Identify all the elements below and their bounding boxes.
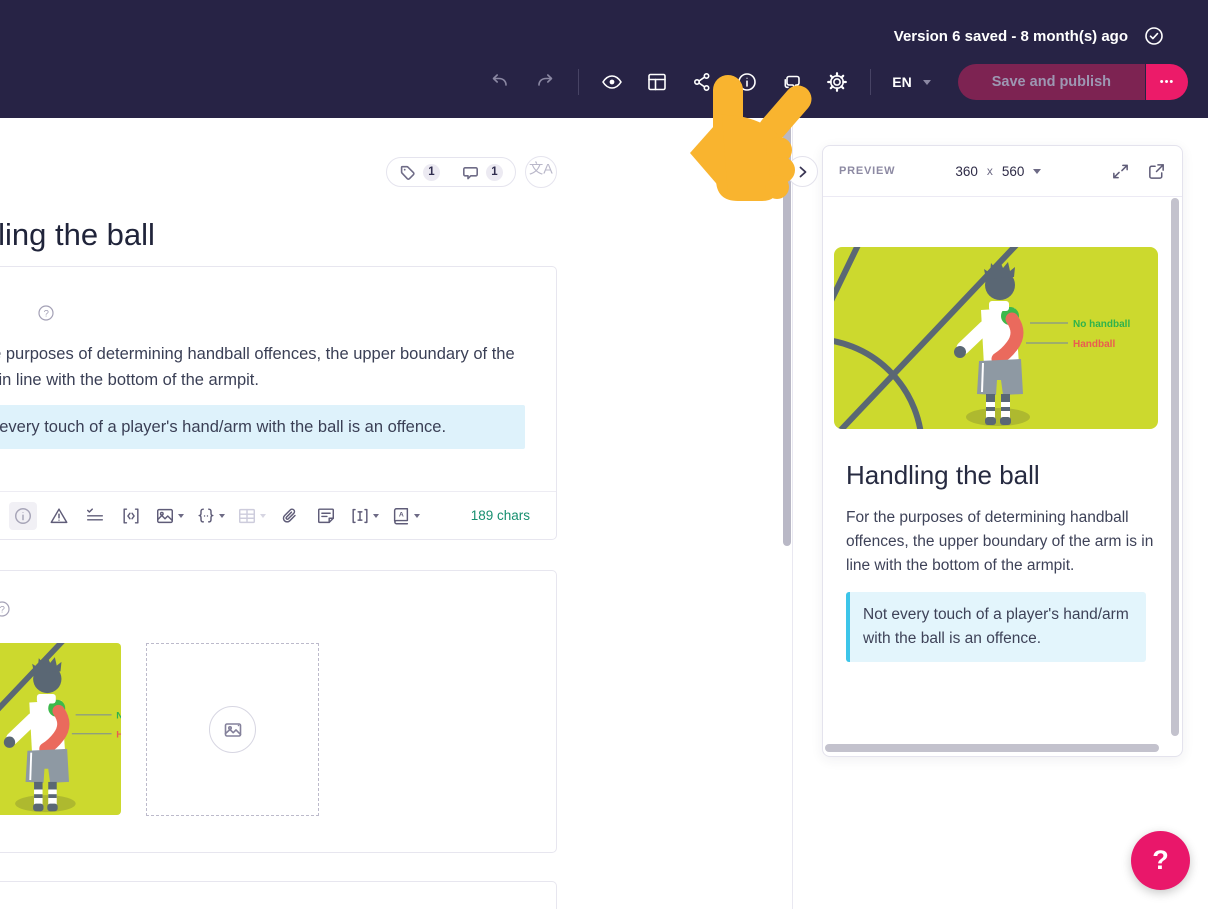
svg-text:?: ?: [0, 604, 5, 615]
preview-eye-icon[interactable]: [600, 70, 624, 94]
glossary-tool-icon[interactable]: A: [389, 502, 422, 530]
text-block-card: ? For the purposes of determining handba…: [0, 266, 557, 540]
image-block-header: ?: [0, 571, 532, 617]
comment-icon: [463, 166, 478, 179]
svg-text:文A: 文A: [529, 161, 553, 178]
svg-text:?: ?: [44, 308, 49, 319]
language-code: EN: [892, 74, 912, 90]
version-status-text: Version 6 saved - 8 month(s) ago: [893, 27, 1128, 45]
panel-divider: [792, 118, 793, 909]
text-block-paragraph[interactable]: For the purposes of determining handball…: [0, 341, 534, 393]
image-upload-circle: [209, 706, 256, 753]
save-and-publish-button[interactable]: Save and publish: [957, 64, 1145, 100]
image-block-card: ?: [0, 570, 557, 853]
svg-text:A: A: [399, 511, 404, 518]
top-bar: Version 6 saved - 8 month(s) ago EN Save…: [0, 0, 1208, 118]
text-block-header: ?: [0, 267, 532, 321]
preview-header: PREVIEW 360 x 560: [823, 146, 1182, 197]
comments-icon[interactable]: [780, 70, 804, 94]
collapse-preview-button[interactable]: [787, 156, 818, 187]
variables-tool-icon[interactable]: [194, 502, 227, 530]
chevron-down-icon: [1033, 168, 1042, 178]
chevron-right-icon: [799, 166, 806, 177]
header-toolbar: EN Save and publish •••: [488, 63, 1188, 101]
preview-text-area: Handling the ball For the purposes of de…: [823, 457, 1182, 662]
help-circle-icon[interactable]: ?: [0, 601, 10, 617]
code-block-tool-icon[interactable]: [117, 502, 145, 530]
help-circle-icon[interactable]: ?: [38, 305, 54, 321]
editor-column: 1 1 文A Handling the ball ? For the purpo…: [0, 118, 792, 909]
more-options-button[interactable]: •••: [1146, 64, 1188, 100]
editor-content: 1 1 文A Handling the ball ? For the purpo…: [0, 118, 557, 909]
saved-check-icon: [1142, 24, 1166, 48]
table-tool-icon: [235, 502, 268, 530]
tags-comments-pill[interactable]: 1 1: [386, 157, 516, 187]
translate-button[interactable]: 文A: [525, 156, 557, 188]
preview-label: PREVIEW: [839, 165, 896, 177]
character-count: 189 chars: [470, 508, 530, 523]
handball-illustration-thumb: [0, 643, 121, 815]
add-image-placeholder[interactable]: [146, 643, 319, 816]
info-icon[interactable]: [735, 70, 759, 94]
chevron-down-icon: [922, 79, 931, 89]
preview-panel: PREVIEW 360 x 560 Handling the ball For …: [822, 145, 1183, 757]
chevron-down-icon: [373, 513, 379, 521]
checklist-tool-icon[interactable]: [81, 502, 109, 530]
image-block-body: [0, 643, 532, 852]
preview-title: Handling the ball: [846, 460, 1040, 490]
tag-icon: [400, 165, 415, 180]
image-tool-icon[interactable]: [153, 502, 186, 530]
page-title[interactable]: Handling the ball: [0, 214, 557, 256]
preview-body: Handling the ball For the purposes of de…: [823, 197, 1182, 662]
comments-count-badge: 1: [486, 163, 503, 181]
preview-image: [834, 247, 1158, 429]
app-window: Version 6 saved - 8 month(s) ago EN Save…: [0, 0, 1208, 909]
chevron-down-icon: [178, 513, 184, 521]
chevron-down-icon: [414, 513, 420, 521]
expand-icon[interactable]: [1111, 162, 1130, 181]
redo-icon[interactable]: [533, 70, 557, 94]
share-icon[interactable]: [690, 70, 714, 94]
settings-gear-icon[interactable]: [825, 70, 849, 94]
text-block-note[interactable]: Not every touch of a player's hand/arm w…: [0, 405, 525, 449]
preview-width-value: 360: [955, 163, 978, 179]
toolbar-divider: [578, 69, 580, 95]
attachment-tool-icon[interactable]: [276, 502, 304, 530]
undo-icon[interactable]: [488, 70, 512, 94]
preview-note: Not every touch of a player's hand/arm w…: [846, 592, 1146, 662]
tags-count-badge: 1: [423, 163, 440, 181]
preview-horizontal-scrollbar[interactable]: [825, 744, 1159, 752]
language-selector[interactable]: EN: [892, 74, 931, 90]
help-button[interactable]: ?: [1131, 831, 1190, 890]
editor-toolbar: A 189 chars: [0, 491, 556, 539]
next-block-card: [0, 881, 557, 909]
preview-vertical-scrollbar[interactable]: [1171, 198, 1179, 736]
preview-header-actions: [1111, 162, 1166, 181]
preview-size-separator: x: [986, 164, 993, 178]
image-thumbnail[interactable]: [0, 643, 121, 815]
toolbar-divider: [870, 69, 872, 95]
page-meta-row: 1 1 文A: [0, 156, 557, 188]
chevron-down-icon: [219, 513, 225, 521]
preview-height-value: 560: [1001, 163, 1025, 179]
publish-button-group: Save and publish •••: [957, 64, 1188, 100]
open-new-window-icon[interactable]: [1147, 162, 1166, 181]
save-status: Version 6 saved - 8 month(s) ago: [894, 24, 1166, 48]
handball-illustration: [834, 247, 1158, 429]
info-tool-icon[interactable]: [9, 501, 37, 530]
image-placeholder-icon: [224, 722, 241, 737]
chevron-down-icon: [260, 513, 266, 521]
preview-paragraph: For the purposes of determining handball…: [846, 509, 1154, 574]
layout-icon[interactable]: [645, 70, 669, 94]
note-tool-icon[interactable]: [312, 502, 340, 530]
warning-tool-icon[interactable]: [45, 502, 73, 530]
placeholder-tool-icon[interactable]: [348, 502, 381, 530]
preview-size-selector[interactable]: 360 x 560: [955, 163, 1042, 179]
translate-icon: 文A: [529, 161, 553, 178]
page-scrollbar[interactable]: [783, 118, 791, 546]
